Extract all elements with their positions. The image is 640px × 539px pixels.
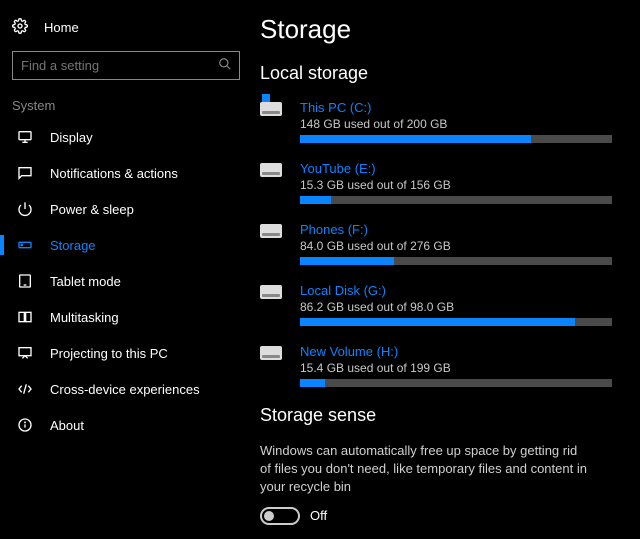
drive-name: New Volume (H:): [300, 344, 612, 359]
settings-sidebar: Home System Display Notifications & acti…: [0, 0, 252, 539]
nav-label: Multitasking: [50, 310, 119, 325]
storage-sense-description: Windows can automatically free up space …: [260, 442, 590, 497]
home-nav[interactable]: Home: [0, 12, 252, 43]
info-icon: [16, 417, 34, 433]
search-container: [12, 51, 240, 80]
drive-row[interactable]: YouTube (E:) 15.3 GB used out of 156 GB: [260, 161, 612, 204]
drive-name: YouTube (E:): [300, 161, 612, 176]
multitasking-icon: [16, 309, 34, 325]
drive-row[interactable]: Phones (F:) 84.0 GB used out of 276 GB: [260, 222, 612, 265]
main-panel: Storage Local storage This PC (C:) 148 GB…: [252, 0, 640, 539]
toggle-switch-icon: [260, 507, 300, 525]
search-icon: [218, 57, 232, 74]
drive-row[interactable]: Local Disk (G:) 86.2 GB used out of 98.0 …: [260, 283, 612, 326]
toggle-state-label: Off: [310, 508, 327, 523]
hard-drive-icon: [260, 100, 286, 143]
tablet-icon: [16, 273, 34, 289]
message-icon: [16, 165, 34, 181]
nav-about[interactable]: About: [0, 407, 252, 443]
nav-power[interactable]: Power & sleep: [0, 191, 252, 227]
page-title: Storage: [260, 14, 612, 45]
nav-display[interactable]: Display: [0, 119, 252, 155]
local-storage-heading: Local storage: [260, 63, 612, 84]
storage-sense-toggle[interactable]: Off: [260, 507, 612, 525]
hard-drive-icon: [260, 283, 286, 326]
settings-nav: Display Notifications & actions Power & …: [0, 119, 252, 443]
nav-multitasking[interactable]: Multitasking: [0, 299, 252, 335]
usage-bar: [300, 379, 612, 387]
hard-drive-icon: [260, 344, 286, 387]
storage-icon: [16, 237, 34, 253]
drive-usage: 86.2 GB used out of 98.0 GB: [300, 300, 612, 314]
hard-drive-icon: [260, 161, 286, 204]
usage-bar: [300, 318, 612, 326]
nav-label: Notifications & actions: [50, 166, 178, 181]
nav-label: Projecting to this PC: [50, 346, 168, 361]
drive-usage: 15.3 GB used out of 156 GB: [300, 178, 612, 192]
usage-bar: [300, 135, 612, 143]
nav-projecting[interactable]: Projecting to this PC: [0, 335, 252, 371]
project-icon: [16, 345, 34, 361]
sidebar-section-label: System: [0, 98, 252, 119]
drive-usage: 148 GB used out of 200 GB: [300, 117, 612, 131]
drive-row[interactable]: This PC (C:) 148 GB used out of 200 GB: [260, 100, 612, 143]
search-input[interactable]: [12, 51, 240, 80]
nav-label: Display: [50, 130, 93, 145]
gear-icon: [12, 18, 28, 37]
nav-label: Storage: [50, 238, 96, 253]
nav-notifications[interactable]: Notifications & actions: [0, 155, 252, 191]
storage-sense-heading: Storage sense: [260, 405, 612, 426]
nav-label: About: [50, 418, 84, 433]
nav-cross-device[interactable]: Cross-device experiences: [0, 371, 252, 407]
drive-list: This PC (C:) 148 GB used out of 200 GB You…: [260, 100, 612, 387]
monitor-icon: [16, 129, 34, 145]
cross-device-icon: [16, 381, 34, 397]
hard-drive-icon: [260, 222, 286, 265]
nav-label: Cross-device experiences: [50, 382, 200, 397]
power-icon: [16, 201, 34, 217]
drive-row[interactable]: New Volume (H:) 15.4 GB used out of 199 G…: [260, 344, 612, 387]
drive-usage: 84.0 GB used out of 276 GB: [300, 239, 612, 253]
home-label: Home: [44, 20, 79, 35]
nav-storage[interactable]: Storage: [0, 227, 252, 263]
nav-label: Power & sleep: [50, 202, 134, 217]
drive-usage: 15.4 GB used out of 199 GB: [300, 361, 612, 375]
usage-bar: [300, 257, 612, 265]
drive-name: Phones (F:): [300, 222, 612, 237]
drive-name: Local Disk (G:): [300, 283, 612, 298]
nav-label: Tablet mode: [50, 274, 121, 289]
usage-bar: [300, 196, 612, 204]
nav-tablet[interactable]: Tablet mode: [0, 263, 252, 299]
drive-name: This PC (C:): [300, 100, 612, 115]
